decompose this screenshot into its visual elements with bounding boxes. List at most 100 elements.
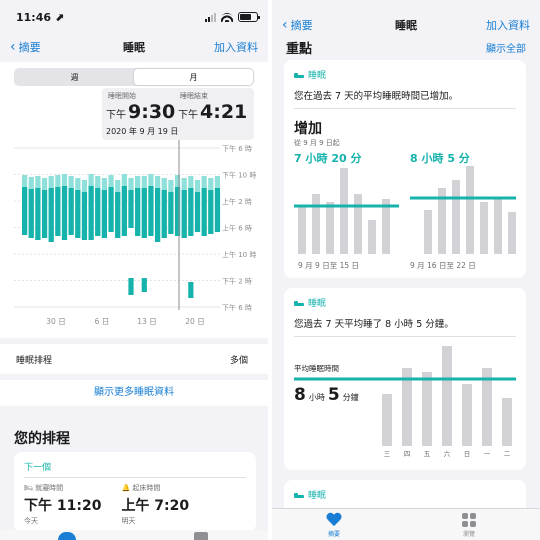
selection-tooltip: 睡眠開始 睡眠結束 下午 9:30 下午 4:21 2020 年 9 月 19 日 <box>102 88 254 140</box>
sleep-bar-asleep <box>194 192 201 232</box>
start-ampm: 下午 <box>106 110 126 121</box>
trend-bar-b <box>494 198 502 254</box>
add-data-button[interactable]: 加入資料 <box>214 39 258 55</box>
sleep-bar-asleep <box>188 188 194 236</box>
sleep-bar-nap <box>141 278 147 292</box>
tab-bar-right: 摘要 瀏覽 <box>272 508 540 540</box>
week-bars-svg: 三四五六日一二 <box>294 346 516 458</box>
sleep-bar-asleep <box>81 192 88 240</box>
weekday-label: 四 <box>404 450 411 458</box>
status-time: 11:46 ⬈ <box>16 10 65 24</box>
back-label-right: 摘要 <box>290 19 313 32</box>
sleep-bar-nap <box>188 282 194 298</box>
trend-bar-a <box>368 220 376 254</box>
sleep-bar-asleep <box>75 190 81 238</box>
browse-grid-icon[interactable] <box>194 532 208 540</box>
start-time: 9:30 <box>128 101 176 123</box>
heart-icon[interactable] <box>58 532 76 540</box>
category-label: 睡眠 <box>308 299 327 309</box>
end-ampm: 下午 <box>178 110 198 121</box>
card-sentence: 您過去 7 天平均睡了 8 小時 5 分鐘。 <box>294 319 454 330</box>
sleep-range-chart[interactable]: 下午 6 時下午 10 時上午 2 時上午 6 時上午 10 時下午 2 時下午… <box>0 140 268 335</box>
sleep-bar-asleep <box>181 190 187 238</box>
screenshot-root: 11:46 ⬈ ‹ 摘要 睡眠 加入資料 週 月 睡眠開始 睡眠結束 下午 9:30… <box>0 0 540 540</box>
sleep-bar-asleep <box>22 187 28 235</box>
x-tick-label: 13 日 <box>137 317 156 326</box>
sleep-end-label: 睡眠結束 <box>180 92 208 100</box>
weekday-bar <box>502 398 512 446</box>
trend-bar-a <box>298 206 306 254</box>
sleep-bar-asleep <box>161 190 167 238</box>
tab-browse-label: 瀏覽 <box>462 531 475 538</box>
weekday-label: 日 <box>464 450 471 458</box>
right-screen: ‹ 摘要 睡眠 加入資料 重點 顯示全部 睡眠 您在過去 7 天的平均睡眠時間已增… <box>272 0 540 540</box>
trend-bars-svg <box>294 166 516 254</box>
end-time: 4:21 <box>200 101 248 123</box>
sleep-start-value: 下午 9:30 <box>106 101 175 123</box>
category-label: 睡眠 <box>308 491 327 501</box>
range-b: 9 月 16 日至 22 日 <box>410 261 476 270</box>
x-tick-label: 30 日 <box>46 317 65 326</box>
show-more-sleep-data-link[interactable]: 顯示更多睡眠資料 <box>0 380 268 406</box>
sleep-bar-asleep <box>28 189 34 238</box>
card-category: 睡眠 <box>294 68 326 81</box>
status-bar: 11:46 ⬈ <box>0 0 268 34</box>
bedtime-column: 🛏 就寢時間 下午 11:20 今天 <box>24 483 101 526</box>
y-tick-label: 下午 10 時 <box>222 171 256 180</box>
weekday-bar <box>382 394 392 446</box>
wake-day: 明天 <box>121 517 136 525</box>
trend-bar-a <box>340 168 348 254</box>
weekday-label: 六 <box>444 449 451 458</box>
sleep-start-label: 睡眠開始 <box>108 92 136 100</box>
sleep-chart-svg: 下午 6 時下午 10 時上午 2 時上午 6 時上午 10 時下午 2 時下午… <box>14 140 256 326</box>
category-label: 睡眠 <box>308 71 327 81</box>
tooltip-date: 2020 年 9 月 19 日 <box>106 127 179 136</box>
tab-summary[interactable]: 摘要 <box>326 513 342 538</box>
highlight-card-trend[interactable]: 睡眠 您在過去 7 天的平均睡眠時間已增加。 增加 從 9 月 9 日起 7 小… <box>284 60 526 278</box>
sleep-schedule-label: 睡眠排程 <box>16 355 53 366</box>
bed-icon: 🛏 <box>24 484 36 492</box>
sleep-bar-asleep <box>141 188 147 238</box>
sleep-schedule-row[interactable]: 睡眠排程 多個 <box>0 344 268 374</box>
wake-label: 起床時間 <box>132 484 161 492</box>
tab-browse[interactable]: 瀏覽 <box>462 513 476 538</box>
show-all-link[interactable]: 顯示全部 <box>486 40 526 55</box>
sleep-bar-asleep <box>201 188 207 236</box>
your-schedule-heading: 您的排程 <box>14 431 70 447</box>
sleep-bar-asleep <box>41 190 48 238</box>
back-label: 摘要 <box>18 41 41 54</box>
sleep-bar-asleep <box>168 192 174 234</box>
trend-bar-a <box>312 194 320 254</box>
highlights-header: 重點 顯示全部 <box>286 38 526 57</box>
sleep-bar-asleep <box>148 186 154 236</box>
browse-grid-icon <box>462 513 476 527</box>
highlight-card-average[interactable]: 睡眠 您過去 7 天平均睡了 8 小時 5 分鐘。 平均睡眠時間 8 小時 5 分鐘 … <box>284 288 526 470</box>
schedule-card[interactable]: 下一個 🛏 就寢時間 下午 11:20 今天 🔔 起床時間 上午 7:20 明天 <box>14 452 256 532</box>
bed-icon <box>294 72 304 78</box>
trend-bar-b <box>424 210 432 254</box>
weekday-label: 二 <box>504 450 511 458</box>
add-data-button-right[interactable]: 加入資料 <box>486 17 530 33</box>
sleep-bar-asleep <box>135 188 141 236</box>
tab-summary-label: 摘要 <box>327 531 340 538</box>
battery-icon <box>238 12 260 22</box>
card-category: 睡眠 <box>294 488 326 501</box>
wake-value: 上午 7:20 <box>121 498 190 514</box>
bed-icon <box>294 492 304 498</box>
trend-bar-a <box>354 194 362 254</box>
signal-icon <box>205 12 216 22</box>
trend-bar-b <box>508 212 516 254</box>
nav-bar: ‹ 摘要 睡眠 加入資料 <box>0 34 268 60</box>
segment-month[interactable]: 月 <box>134 69 253 85</box>
y-tick-label: 上午 6 時 <box>222 224 252 233</box>
back-button-right[interactable]: ‹ 摘要 <box>282 17 313 33</box>
divider <box>294 108 516 109</box>
weekday-bar <box>422 372 432 446</box>
back-button[interactable]: ‹ 摘要 <box>10 39 41 55</box>
sleep-bar-asleep <box>68 188 74 235</box>
segment-week[interactable]: 週 <box>15 69 134 85</box>
divider <box>24 477 246 478</box>
bed-icon <box>294 300 304 306</box>
sleep-bar-asleep <box>48 188 54 242</box>
weekday-label: 三 <box>384 450 391 458</box>
